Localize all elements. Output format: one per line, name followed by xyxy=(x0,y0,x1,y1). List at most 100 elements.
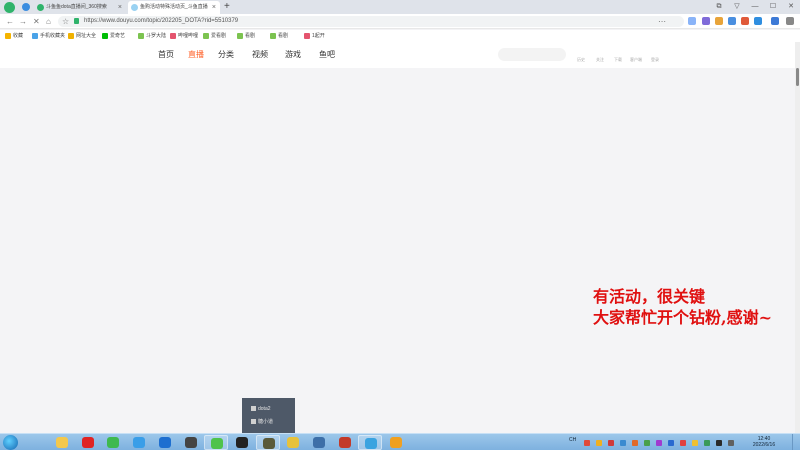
bookmark-item[interactable]: 1起开 xyxy=(304,30,325,42)
nav-games[interactable]: 游戏 xyxy=(285,50,301,60)
taskbar-app-browser-360[interactable] xyxy=(127,435,151,450)
extension-icon[interactable] xyxy=(702,17,710,25)
shield-icon[interactable]: ▽ xyxy=(730,0,744,14)
taskbar-app-app-orange[interactable] xyxy=(384,435,408,450)
taskbar-app-game-red[interactable] xyxy=(333,435,357,450)
download-link[interactable]: 下载 xyxy=(614,57,622,63)
site-header: 首页 直播 分类 视频 游戏 鱼吧 历史 关注 下载 客户端 登录 xyxy=(0,42,795,68)
extension-icon[interactable] xyxy=(741,17,749,25)
tray-icon[interactable] xyxy=(608,440,614,446)
bookmark-item[interactable]: 斗罗大陆 xyxy=(138,30,166,42)
site-search-input[interactable] xyxy=(498,48,566,61)
bookmarks-bar: 收藏 手机收藏夹 网址大全 爱奇艺 斗罗大陆 哔哩哔哩 爱看剧 看剧 看剧 1起… xyxy=(0,30,800,42)
app-orange-icon xyxy=(390,437,403,448)
show-desktop-button[interactable] xyxy=(792,434,800,450)
stop-reload-button[interactable]: ✕ xyxy=(33,16,40,27)
browser-logo-icon[interactable] xyxy=(4,2,15,13)
nav-live[interactable]: 直播 xyxy=(188,50,204,60)
star-icon xyxy=(5,33,11,39)
tray-icon[interactable] xyxy=(620,440,626,446)
menu-item[interactable]: dota2 xyxy=(251,405,271,413)
ie-icon xyxy=(365,438,378,449)
tab-search-result[interactable]: 斗鱼鱼dota直播间_360搜索 × xyxy=(34,1,126,14)
taskbar-app-media[interactable] xyxy=(101,435,125,450)
bookmark-item[interactable]: 爱奇艺 xyxy=(102,30,125,42)
close-tab-icon[interactable]: × xyxy=(118,1,122,14)
taskbar-app-browser-green[interactable] xyxy=(204,435,229,450)
taskbar-app-obs[interactable] xyxy=(230,435,254,450)
url-field[interactable]: ☆ https://www.douyu.com/topic/202205_DOT… xyxy=(58,16,684,27)
input-language[interactable]: CH xyxy=(569,437,576,443)
bookmark-item[interactable]: 看剧 xyxy=(237,30,255,42)
menu-icon[interactable] xyxy=(786,17,794,25)
tab-douyu-topic[interactable]: 鱼购活动特殊活动页_斗鱼直播 × xyxy=(128,1,220,14)
tray-icon[interactable] xyxy=(692,440,698,446)
browser-360-icon xyxy=(133,437,146,448)
tray-icon[interactable] xyxy=(596,440,602,446)
taskbar-app-ie[interactable] xyxy=(358,435,383,450)
bookmark-item[interactable]: 网址大全 xyxy=(68,30,96,42)
bookmark-item[interactable]: 收藏 xyxy=(5,30,23,42)
follow-link[interactable]: 关注 xyxy=(596,57,604,63)
extension-icon[interactable] xyxy=(688,17,696,25)
nav-category[interactable]: 分类 xyxy=(218,50,234,60)
taskbar-app-user[interactable] xyxy=(179,435,203,450)
tray-icon[interactable] xyxy=(656,440,662,446)
extension-icon[interactable] xyxy=(715,17,723,25)
tab-list-icon[interactable] xyxy=(22,3,30,11)
close-window-button[interactable]: ✕ xyxy=(784,0,798,14)
start-button[interactable] xyxy=(3,435,18,450)
nav-home[interactable]: 首页 xyxy=(158,50,174,60)
scroll-thumb[interactable] xyxy=(796,68,799,86)
undo-icon[interactable] xyxy=(771,17,779,25)
taskbar-app-app-blue[interactable] xyxy=(153,435,177,450)
close-tab-icon[interactable]: × xyxy=(212,1,216,14)
bookmark-item[interactable]: 爱看剧 xyxy=(203,30,226,42)
taskbar-app-game-yellow[interactable] xyxy=(281,435,305,450)
app-blue-icon xyxy=(158,437,171,448)
favorite-star-icon[interactable]: ☆ xyxy=(62,16,69,27)
more-icon[interactable]: ⋯ xyxy=(658,16,666,27)
back-button[interactable]: ← xyxy=(6,16,14,27)
bookmark-item[interactable]: 手机收藏夹 xyxy=(32,30,65,42)
tray-icon[interactable] xyxy=(644,440,650,446)
tray-icon[interactable] xyxy=(728,440,734,446)
grid-icon[interactable] xyxy=(754,17,762,25)
forward-button[interactable]: → xyxy=(19,16,27,27)
maximize-button[interactable]: ☐ xyxy=(766,0,780,14)
tab-title: 斗鱼鱼dota直播间_360搜索 xyxy=(46,4,107,10)
tray-icon[interactable] xyxy=(716,440,722,446)
browser-green-icon xyxy=(211,438,224,449)
tray-icon[interactable] xyxy=(668,440,674,446)
tray-icon[interactable] xyxy=(704,440,710,446)
login-link[interactable]: 登录 xyxy=(651,57,659,63)
app-steel-icon xyxy=(313,437,325,448)
address-bar-row: ← → ✕ ⌂ ☆ https://www.douyu.com/topic/20… xyxy=(0,14,800,29)
bookmark-item[interactable]: 看剧 xyxy=(270,30,288,42)
taskbar-jump-menu: dota2 糖小道 xyxy=(242,398,295,433)
tray-icon[interactable] xyxy=(632,440,638,446)
menu-item[interactable]: 糖小道 xyxy=(251,418,273,426)
taskbar-app-dota[interactable] xyxy=(255,435,280,450)
taskbar-app-app-steel[interactable] xyxy=(307,435,331,450)
taskbar-app-netease-music[interactable] xyxy=(76,435,100,450)
search-favicon-icon xyxy=(37,4,44,11)
tray-icon[interactable] xyxy=(584,440,590,446)
clock[interactable]: 12:40 2022/6/16 xyxy=(748,436,780,448)
history-link[interactable]: 历史 xyxy=(577,57,585,63)
nav-video[interactable]: 视频 xyxy=(252,50,268,60)
taskbar: CH 12:40 2022/6/16 xyxy=(0,433,800,450)
client-link[interactable]: 客户端 xyxy=(630,57,642,63)
home-button[interactable]: ⌂ xyxy=(46,16,51,27)
lock-icon xyxy=(74,18,79,24)
nav-yuba[interactable]: 鱼吧 xyxy=(319,50,335,60)
tray-icon[interactable] xyxy=(680,440,686,446)
new-tab-button[interactable]: + xyxy=(224,0,230,14)
game-icon[interactable] xyxy=(728,17,736,25)
taskbar-app-explorer[interactable] xyxy=(50,435,74,450)
minimize-button[interactable]: — xyxy=(748,0,762,14)
bookmark-item[interactable]: 哔哩哔哩 xyxy=(170,30,198,42)
scrollbar[interactable] xyxy=(795,42,800,433)
clock-date: 2022/6/16 xyxy=(752,442,776,448)
tab-restore-icon[interactable]: ⧉ xyxy=(712,0,726,14)
